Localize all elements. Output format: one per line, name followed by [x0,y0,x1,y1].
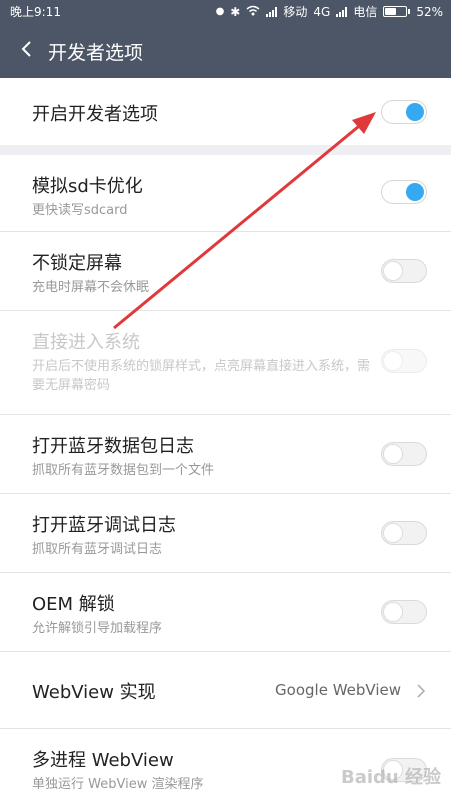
page-title: 开发者选项 [48,42,144,64]
item-title: 不锁定屏幕 [32,253,122,274]
toggle-switch [381,349,427,373]
item-subtitle: 单独运行 WebView 渲染程序 [32,777,204,792]
item-subtitle: 开启后不使用系统的锁屏样式，点亮屏幕直接进入系统，需要无屏幕密码 [32,359,371,393]
webview-value: Google WebView [275,681,401,699]
item-subtitle: 抓取所有蓝牙调试日志 [32,542,163,557]
alarm-icon: ● [215,6,225,17]
item-subtitle: 充电时屏幕不会休眠 [32,280,150,295]
list-item-direct-boot: 直接进入系统 开启后不使用系统的锁屏样式，点亮屏幕直接进入系统，需要无屏幕密码 [0,311,451,415]
baidu-watermark: Baidu 经验 [340,767,441,788]
list-item-bt-debug-log[interactable]: 打开蓝牙调试日志 抓取所有蓝牙调试日志 [0,494,451,573]
toggle-switch[interactable] [381,442,427,466]
list-item-sd-optimize[interactable]: 模拟sd卡优化 更快读写sdcard [0,155,451,232]
list-item-webview-impl[interactable]: WebView 实现 Google WebView [0,652,451,729]
signal-icon-2 [336,6,348,17]
toggle-switch[interactable] [381,600,427,624]
list-item-oem-unlock[interactable]: OEM 解锁 允许解锁引导加载程序 [0,573,451,652]
list-item-bt-packet-log[interactable]: 打开蓝牙数据包日志 抓取所有蓝牙数据包到一个文件 [0,415,451,494]
master-section: 开启开发者选项 [0,78,451,145]
carrier-1: 移动 [283,5,308,19]
signal-icon [266,6,278,17]
item-title: OEM 解锁 [32,594,115,615]
settings-list: 模拟sd卡优化 更快读写sdcard 不锁定屏幕 充电时屏幕不会休眠 直接进入系… [0,155,451,803]
battery-percent: 52% [416,4,443,19]
title-bar: 开发者选项 [0,22,451,78]
chevron-left-icon[interactable] [16,38,38,60]
master-toggle-label: 开启开发者选项 [32,104,158,125]
network-type: 4G [313,4,331,19]
item-subtitle: 抓取所有蓝牙数据包到一个文件 [32,463,215,478]
battery-icon [383,6,411,17]
item-title: WebView 实现 [32,682,156,703]
item-title: 多进程 WebView [32,750,174,771]
toggle-switch[interactable] [381,259,427,283]
chevron-right-icon [415,683,427,698]
toggle-switch[interactable] [381,521,427,545]
master-toggle-switch[interactable] [381,100,427,124]
list-item-no-lock-screen[interactable]: 不锁定屏幕 充电时屏幕不会休眠 [0,232,451,311]
bluetooth-icon: ✱ [230,4,241,19]
status-time: 晚上9:11 [10,5,61,19]
master-toggle-row[interactable]: 开启开发者选项 [0,78,451,145]
wifi-icon [246,5,260,19]
status-bar: 晚上9:11 ● ✱ 移动 4G 电信 52% [0,0,451,22]
item-subtitle: 允许解锁引导加载程序 [32,621,163,636]
item-subtitle: 更快读写sdcard [32,203,128,218]
item-title: 打开蓝牙数据包日志 [32,436,194,457]
item-title: 直接进入系统 [32,332,140,353]
item-title: 打开蓝牙调试日志 [32,515,176,536]
carrier-2: 电信 [353,5,378,19]
item-title: 模拟sd卡优化 [32,176,143,197]
toggle-switch[interactable] [381,180,427,204]
